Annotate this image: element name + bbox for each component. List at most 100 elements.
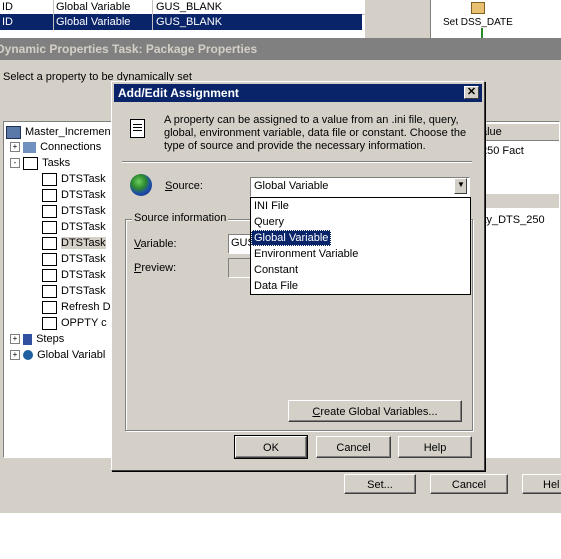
cancel-button[interactable]: Cancel	[316, 436, 391, 458]
add-edit-assignment-dialog: Add/Edit Assignment ✕ A property can be …	[111, 81, 485, 471]
package-properties-titlebar: Dynamic Properties Task: Package Propert…	[0, 38, 561, 60]
tree-item-steps[interactable]: + Steps	[10, 331, 64, 347]
expand-toggle-icon[interactable]: +	[10, 142, 20, 153]
property-value-list[interactable]: alue 250 Fact ity_DTS_250	[478, 121, 560, 458]
tree-item-task[interactable]: DTSTask	[42, 219, 106, 235]
value-column-header[interactable]: alue	[479, 124, 559, 141]
workflow-canvas: Set DSS_DATE	[430, 0, 561, 38]
property-tree[interactable]: Master_Increment + Connections - Tasks D…	[3, 121, 118, 458]
grid-row-1[interactable]: ID Global Variable GUS_BLANK	[0, 0, 365, 15]
source-dropdown-list[interactable]: INI File Query Global Variable Environme…	[250, 197, 471, 295]
task-icon	[42, 300, 57, 314]
tree-item-label: Refresh D	[61, 301, 111, 313]
workflow-task-label: Set DSS_DATE	[443, 17, 513, 28]
tree-item-task[interactable]: DTSTask	[42, 267, 106, 283]
tree-item-task-selected[interactable]: DTSTask	[42, 235, 106, 251]
dialog-titlebar: Add/Edit Assignment ✕	[114, 84, 482, 102]
task-icon	[42, 284, 57, 298]
tree-root-label: Master_Increment	[25, 126, 114, 138]
tree-item-connections[interactable]: + Connections	[10, 139, 101, 155]
tree-item-label: DTSTask	[61, 237, 106, 249]
grid-cell-value: GUS_BLANK	[156, 1, 223, 13]
collapse-toggle-icon[interactable]: -	[10, 158, 20, 169]
create-global-variables-label: Create Global Variables...	[312, 406, 438, 418]
grid-cell-value: GUS_BLANK	[156, 16, 223, 28]
dropdown-option-data-file[interactable]: Data File	[251, 278, 470, 294]
tree-item-task[interactable]: DTSTask	[42, 187, 106, 203]
tree-item-global-variables[interactable]: + Global Variabl	[10, 347, 105, 363]
tree-item-label: Steps	[36, 333, 65, 345]
help-bg-button-label: Hel	[543, 479, 560, 491]
divider	[122, 161, 472, 163]
value-section-header	[479, 194, 559, 208]
grid-cell-type: Global Variable	[56, 1, 131, 13]
tasks-icon	[23, 156, 39, 170]
tree-item-task[interactable]: DTSTask	[42, 251, 106, 267]
tree-item-label: DTSTask	[61, 205, 106, 217]
tree-item-label: Global Variabl	[37, 349, 106, 361]
task-icon	[42, 252, 57, 266]
tree-item-task[interactable]: DTSTask	[42, 283, 106, 299]
tree-item-task[interactable]: Refresh D	[42, 299, 111, 315]
source-select[interactable]: Global Variable ▼	[250, 177, 470, 197]
grid-cell-type: Global Variable	[56, 16, 131, 28]
tree-item-label: DTSTask	[61, 285, 106, 297]
chevron-down-icon: ▼	[457, 180, 465, 189]
preview-label: Preview:	[134, 262, 177, 274]
workflow-connector	[481, 28, 483, 38]
set-button-label: Set...	[367, 479, 393, 491]
workflow-task-icon[interactable]	[471, 2, 485, 14]
package-properties-title: Dynamic Properties Task: Package Propert…	[0, 42, 258, 56]
help-bg-button[interactable]: Hel	[522, 474, 561, 494]
package-icon	[6, 125, 21, 139]
help-button[interactable]: Help	[398, 436, 472, 458]
ok-button[interactable]: OK	[234, 435, 308, 459]
globe-icon	[130, 174, 152, 196]
source-info-group-label: Source information	[132, 212, 229, 224]
set-button[interactable]: Set...	[344, 474, 416, 494]
tree-item-label: Connections	[40, 141, 102, 153]
source-label: Source:	[165, 180, 203, 192]
value-cell: ity_DTS_250	[481, 214, 545, 226]
dropdown-option-environment-variable[interactable]: Environment Variable	[251, 246, 470, 262]
source-select-value: Global Variable	[254, 180, 329, 192]
source-dropdown-button[interactable]: ▼	[454, 178, 467, 194]
dropdown-option-global-variable[interactable]: Global Variable	[251, 230, 332, 246]
task-icon	[42, 236, 57, 250]
tree-item-task[interactable]: DTSTask	[42, 203, 106, 219]
task-icon	[42, 188, 57, 202]
cancel-bg-button[interactable]: Cancel	[430, 474, 508, 494]
variable-label: Variable:	[134, 238, 177, 250]
dialog-description: A property can be assigned to a value fr…	[164, 114, 467, 152]
grid-cell-id: ID	[2, 1, 13, 13]
task-icon	[42, 268, 57, 282]
value-cell: 250 Fact	[481, 145, 524, 157]
tree-root[interactable]: Master_Increment	[6, 124, 114, 140]
globe-icon	[23, 350, 34, 361]
tree-item-task[interactable]: OPPTY c	[42, 315, 107, 331]
close-button[interactable]: ✕	[464, 86, 479, 99]
cancel-button-label: Cancel	[336, 442, 371, 454]
dialog-title: Add/Edit Assignment	[118, 86, 239, 100]
dropdown-option-ini-file[interactable]: INI File	[251, 198, 470, 214]
grid-cell-id: ID	[2, 16, 13, 28]
tree-item-label: DTSTask	[61, 221, 106, 233]
create-global-variables-button[interactable]: Create Global Variables...	[288, 400, 462, 422]
tree-item-label: Tasks	[42, 157, 71, 169]
dropdown-option-constant[interactable]: Constant	[251, 262, 470, 278]
tree-item-label: OPPTY c	[61, 317, 107, 329]
tree-item-task[interactable]: DTSTask	[42, 171, 106, 187]
connections-icon	[23, 141, 37, 153]
grid-row-2-selected[interactable]: ID Global Variable GUS_BLANK	[0, 14, 362, 30]
cancel-bg-button-label: Cancel	[451, 479, 487, 491]
tree-item-label: DTSTask	[61, 189, 106, 201]
expand-toggle-icon[interactable]: +	[10, 334, 20, 345]
top-grid: ID Global Variable GUS_BLANK ID Global V…	[0, 0, 365, 30]
task-icon	[42, 172, 57, 186]
dropdown-option-query[interactable]: Query	[251, 214, 470, 230]
close-icon: ✕	[466, 86, 477, 98]
expand-toggle-icon[interactable]: +	[10, 350, 20, 361]
steps-icon	[23, 333, 33, 345]
tree-item-tasks[interactable]: - Tasks	[10, 155, 70, 171]
grid-col-divider	[53, 0, 54, 30]
